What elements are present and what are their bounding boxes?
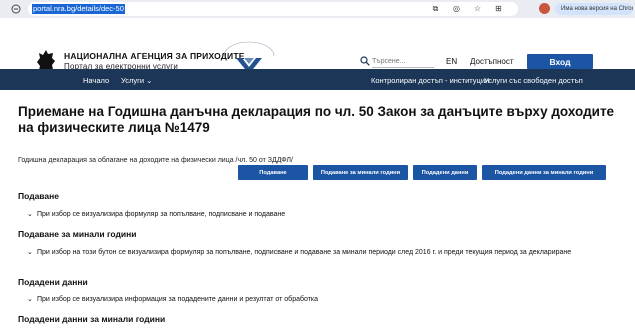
login-button[interactable]: Вход [527, 54, 593, 69]
section-text: При избор се визуализира формуляр за поп… [37, 211, 286, 218]
chevron-down-icon: ⌄ [27, 296, 33, 303]
submitted-data-button[interactable]: Подадени данни [413, 165, 477, 180]
submit-past-years-button[interactable]: Подаване за минали години [313, 165, 408, 180]
bookmark-star-icon[interactable]: ☆ [472, 3, 483, 14]
section-text: При избор се визуализира информация за п… [37, 296, 319, 303]
section-item-submit[interactable]: ⌄ При избор се визуализира формуляр за п… [27, 210, 597, 220]
section-item-submit-past[interactable]: ⌄ При избор на този бутон се визуализира… [27, 248, 597, 258]
section-title-submit: Подаване [18, 191, 60, 201]
chevron-down-icon: ⌄ [27, 211, 33, 218]
language-switch[interactable]: EN [446, 57, 457, 66]
chevron-down-icon: ⌄ [146, 76, 153, 85]
nav-controlled-access[interactable]: Контролиран достъп - институции [371, 76, 489, 85]
nav-free-access[interactable]: Услуги със свободен достъп [484, 76, 583, 85]
section-text: При избор на този бутон се визуализира ф… [37, 249, 572, 256]
main-content: Приемане на Годишна данъчна декларация п… [18, 104, 618, 324]
section-title-submitted-past: Подадени данни за минали години [18, 314, 166, 324]
browser-toolbar: portal.nra.bg/details/dec-50 ⧉ ◎ ☆ ⊞ Има… [0, 0, 635, 18]
chevron-down-icon: ⌄ [27, 249, 33, 256]
section-item-submitted[interactable]: ⌄ При избор се визуализира информация за… [27, 295, 597, 305]
google-lens-icon[interactable]: ◎ [451, 3, 462, 14]
extensions-icon[interactable]: ⊞ [493, 3, 504, 14]
section-title-submit-past: Подаване за минали години [18, 229, 137, 239]
site-info-icon[interactable] [10, 3, 22, 15]
search-input[interactable] [372, 55, 434, 68]
nav-services[interactable]: Услуги ⌄ [121, 76, 152, 85]
submit-button[interactable]: Подаване [238, 165, 308, 180]
site-header: НАЦИОНАЛНА АГЕНЦИЯ ЗА ПРИХОДИТЕ Портал з… [0, 18, 635, 74]
nav-services-label: Услуги [121, 76, 145, 85]
address-url[interactable]: portal.nra.bg/details/dec-50 [32, 4, 125, 14]
nav-home[interactable]: Начало [83, 76, 109, 85]
accessibility-link[interactable]: Достъпност [470, 57, 513, 66]
page-subtitle: Годишна декларация за облагане на доходи… [18, 157, 293, 164]
page-title: Приемане на Годишна данъчна декларация п… [18, 104, 615, 135]
chrome-update-badge[interactable]: Има нова версия на Chrome [555, 3, 633, 15]
search-icon[interactable] [360, 56, 370, 66]
profile-avatar[interactable] [539, 3, 550, 14]
action-buttons: Подаване Подаване за минали години Подад… [238, 165, 606, 180]
section-title-submitted: Подадени данни [18, 277, 88, 287]
open-in-app-icon[interactable]: ⧉ [430, 3, 441, 14]
submitted-data-past-years-button[interactable]: Подадени данни за минали години [482, 165, 606, 180]
main-nav: Начало Услуги ⌄ Контролиран достъп - инс… [0, 69, 635, 90]
